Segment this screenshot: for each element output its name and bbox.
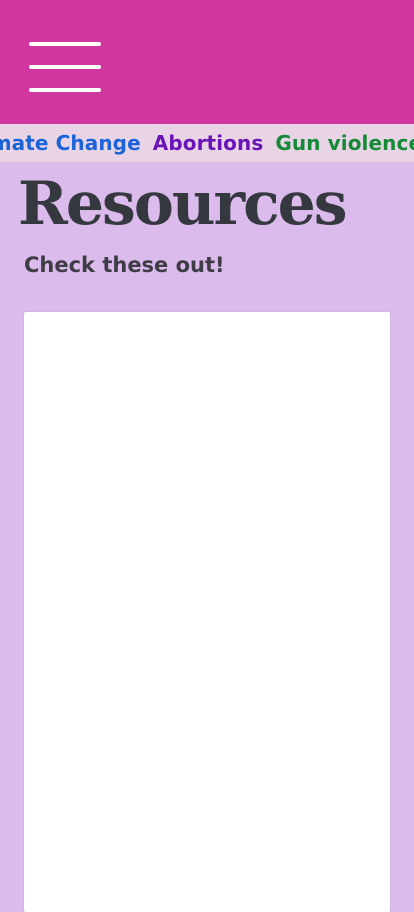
topic-link-climate-change[interactable]: Climate Change xyxy=(0,131,141,155)
topic-strip: Climate Change Abortions Gun violence xyxy=(0,124,414,162)
topic-link-abortions[interactable]: Abortions xyxy=(153,131,264,155)
page-subtitle: Check these out! xyxy=(24,253,225,277)
page-title: Resources xyxy=(18,169,348,239)
app-header xyxy=(0,0,414,124)
hamburger-menu-icon[interactable] xyxy=(28,41,102,95)
menu-bar-bottom xyxy=(29,88,101,92)
topic-link-gun-violence[interactable]: Gun violence xyxy=(275,131,414,155)
topic-track: Climate Change Abortions Gun violence xyxy=(0,124,414,162)
menu-bar-top xyxy=(29,42,101,46)
menu-bar-middle xyxy=(29,65,101,69)
resource-panel xyxy=(24,312,390,912)
